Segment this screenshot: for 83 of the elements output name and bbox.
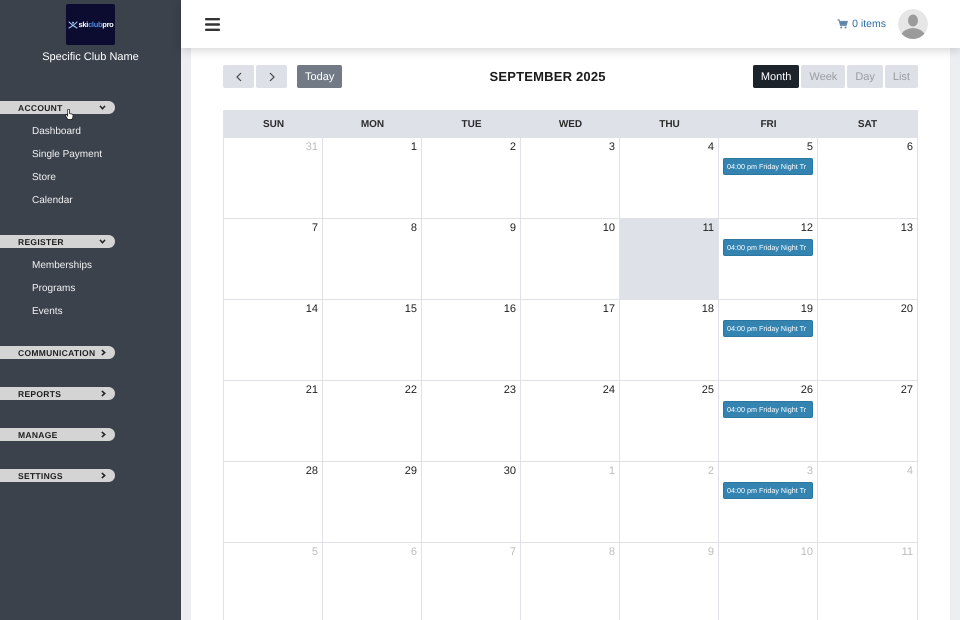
day-number: 2	[708, 465, 714, 478]
day-number: 21	[306, 384, 318, 397]
day-number: 11	[702, 222, 714, 235]
nav-link[interactable]: Calendar	[0, 189, 73, 212]
chevron-down-icon	[99, 105, 106, 110]
chevron-right-icon	[101, 472, 106, 479]
day-number: 7	[312, 222, 318, 235]
day-number: 1	[608, 465, 615, 478]
club-name: Specific Club Name	[42, 50, 139, 64]
nav-section-toggle[interactable]: SETTINGS	[0, 469, 115, 482]
weekday-heading: TUE	[460, 118, 482, 132]
next-button[interactable]	[256, 65, 287, 88]
day-number: 20	[900, 303, 913, 316]
day-number: 22	[404, 384, 417, 397]
day-number: 10	[800, 546, 813, 559]
cart-link[interactable]: 0 items	[837, 18, 886, 30]
day-number: 31	[306, 141, 318, 154]
avatar-icon[interactable]	[898, 9, 928, 39]
day-number: 18	[702, 303, 714, 316]
day-number: 8	[410, 222, 417, 235]
cart-icon	[837, 19, 848, 29]
day-number: 30	[504, 465, 516, 478]
month-title: SEPTEMBER 2025	[489, 69, 606, 84]
day-number: 28	[306, 465, 318, 478]
chevron-down-icon	[99, 239, 106, 244]
day-number: 27	[900, 384, 913, 397]
day-number: 5	[806, 141, 813, 154]
chevron-right-icon	[101, 431, 106, 438]
menu-button[interactable]	[205, 18, 220, 30]
day-number: 13	[900, 222, 913, 235]
nav-link[interactable]: Memberships	[0, 254, 92, 277]
chevron-right-icon	[268, 72, 274, 82]
chevron-right-icon	[101, 349, 106, 356]
nav-link[interactable]: Dashboard	[0, 120, 81, 143]
weekday-heading: FRI	[759, 118, 778, 132]
weekday-heading: THU	[658, 118, 681, 132]
day-number: 23	[504, 384, 516, 397]
nav-section-toggle[interactable]: COMMUNICATION	[0, 346, 115, 359]
day-number: 6	[906, 141, 913, 154]
day-number: 4	[708, 141, 714, 154]
day-number: 10	[602, 222, 615, 235]
day-number: 29	[404, 465, 417, 478]
skier-icon	[68, 20, 78, 28]
day-number: 5	[312, 546, 318, 559]
day-number: 4	[906, 465, 913, 478]
weekday-heading: SAT	[856, 118, 878, 132]
day-number: 24	[602, 384, 615, 397]
weekday-heading: SUN	[262, 118, 286, 132]
day-number: 12	[800, 222, 813, 235]
nav-section-toggle[interactable]: ACCOUNT	[0, 101, 115, 114]
day-number: 2	[510, 141, 516, 154]
weekday-heading: WED	[558, 118, 584, 132]
day-number: 16	[504, 303, 516, 316]
nav-section-toggle[interactable]: REPORTS	[0, 387, 115, 400]
day-number: 7	[510, 546, 516, 559]
menu-icon	[205, 18, 220, 30]
chevron-right-icon	[101, 390, 106, 397]
day-number: 15	[404, 303, 417, 316]
day-number: 1	[410, 141, 417, 154]
day-number: 19	[800, 303, 813, 316]
day-number: 9	[708, 546, 714, 559]
chevron-left-icon	[236, 72, 242, 82]
day-number: 14	[306, 303, 318, 316]
day-number: 11	[902, 546, 913, 559]
nav-section-toggle[interactable]: MANAGE	[0, 428, 115, 441]
day-number: 3	[806, 465, 813, 478]
day-number: 6	[410, 546, 417, 559]
day-number: 8	[608, 546, 615, 559]
day-number: 9	[510, 222, 516, 235]
day-number: 17	[602, 303, 615, 316]
hand-cursor-icon	[65, 109, 74, 120]
nav-link[interactable]: Events	[0, 300, 63, 323]
today-button[interactable]: Today	[297, 65, 342, 88]
day-number: 3	[608, 141, 615, 154]
nav-link[interactable]: Single Payment	[0, 143, 102, 166]
nav-link[interactable]: Store	[0, 166, 56, 189]
weekday-heading: MON	[360, 118, 386, 132]
nav-section-toggle[interactable]: REGISTER	[0, 235, 115, 248]
previous-button[interactable]	[223, 65, 254, 88]
day-number: 25	[702, 384, 714, 397]
view-tab[interactable]: Month	[752, 65, 800, 88]
nav-link[interactable]: Programs	[0, 277, 76, 300]
day-number: 26	[800, 384, 813, 397]
